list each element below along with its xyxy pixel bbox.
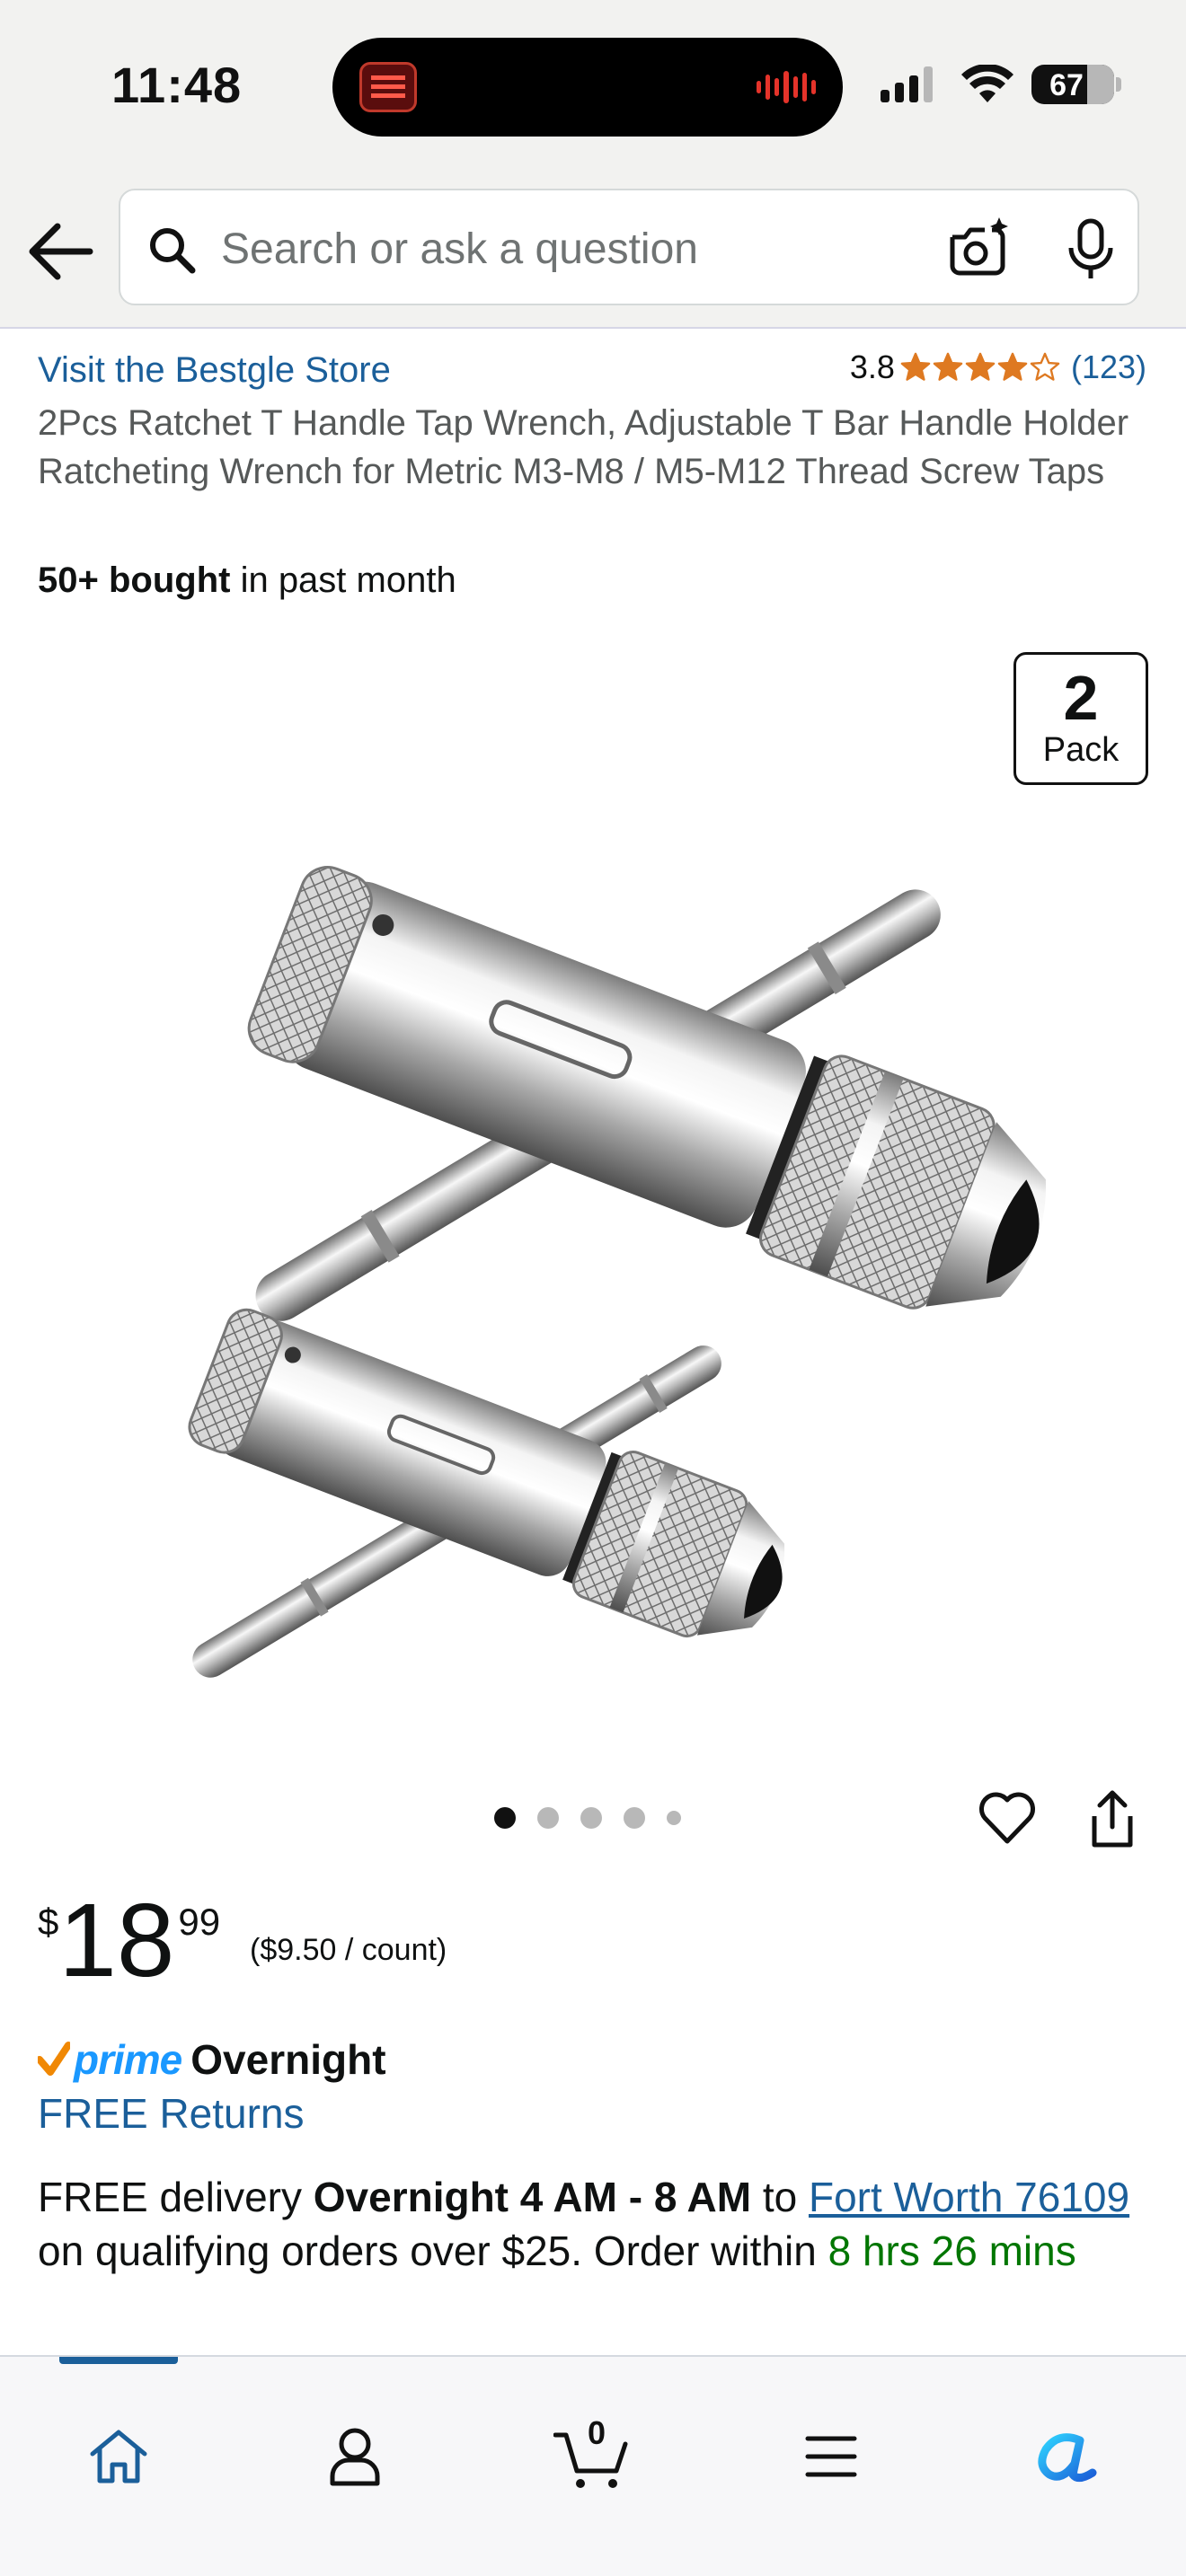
purchase-count: 50+ bought in past month: [38, 560, 456, 601]
rating-summary[interactable]: 3.8 (123): [850, 348, 1146, 386]
nav-account[interactable]: [305, 2407, 404, 2506]
audio-waveform-icon: [757, 69, 816, 105]
bottom-nav: 0: [0, 2355, 1186, 2576]
small-tap-wrench: [188, 1308, 785, 1678]
delivery-text-3: on qualifying orders over $25. Order wit…: [38, 2228, 828, 2274]
battery-icon: 67: [1031, 65, 1114, 104]
pack-badge: 2 Pack: [1013, 652, 1148, 785]
carousel-dot[interactable]: [667, 1811, 681, 1825]
pack-label: Pack: [1042, 731, 1120, 769]
search-icon: [150, 228, 196, 274]
product-title: 2Pcs Ratchet T Handle Tap Wrench, Adjust…: [38, 403, 1129, 491]
unit-price: ($9.50 / count): [250, 1933, 447, 1967]
menu-icon: [805, 2436, 857, 2477]
battery-percent: 67: [1049, 68, 1084, 102]
heart-icon[interactable]: [978, 1789, 1037, 1848]
cart-count: 0: [588, 2414, 606, 2451]
free-returns-link[interactable]: FREE Returns: [38, 2089, 305, 2138]
prime-row[interactable]: prime Overnight: [38, 2035, 386, 2084]
prime-logo: prime: [74, 2036, 182, 2083]
delivery-text-2: to: [751, 2174, 809, 2220]
delivery-location-link[interactable]: Fort Worth 76109: [809, 2174, 1129, 2220]
price-whole: 18: [58, 1882, 175, 1998]
price-fraction: 99: [178, 1901, 221, 1943]
share-icon[interactable]: [1087, 1787, 1137, 1850]
star-icon: [965, 352, 996, 381]
star-icon: [997, 352, 1028, 381]
image-carousel-dots[interactable]: [494, 1807, 681, 1829]
order-countdown: 8 hrs 26 mins: [828, 2228, 1076, 2274]
star-icon: [900, 352, 931, 381]
wifi-icon: [961, 65, 1013, 102]
price: $ 18 99: [38, 1884, 220, 1996]
camera-lens-icon[interactable]: [945, 217, 1010, 280]
price-symbol: $: [38, 1901, 59, 1943]
visit-store-link[interactable]: Visit the Bestgle Store: [38, 350, 391, 391]
carousel-dot[interactable]: [624, 1807, 645, 1829]
search-input[interactable]: [221, 217, 940, 280]
nav-menu[interactable]: [782, 2407, 881, 2506]
rufus-icon: [1038, 2433, 1097, 2482]
prime-check-icon: [38, 2042, 70, 2076]
delivery-text-1: FREE delivery: [38, 2174, 314, 2220]
carousel-dot[interactable]: [494, 1807, 516, 1829]
account-icon: [330, 2428, 380, 2486]
product-image[interactable]: [0, 629, 1186, 1769]
home-icon: [90, 2430, 147, 2483]
star-rating: [900, 352, 1060, 383]
search-header: [0, 180, 1186, 329]
rating-value: 3.8: [849, 348, 895, 385]
rating-count[interactable]: (123): [1071, 348, 1146, 386]
microphone-icon[interactable]: [1066, 217, 1116, 282]
dynamic-island[interactable]: [332, 38, 843, 137]
battery-nub: [1116, 77, 1121, 92]
status-bar: 11:48 67: [0, 0, 1186, 180]
star-icon: [1030, 352, 1060, 381]
status-time: 11:48: [111, 57, 243, 113]
cellular-signal-icon: [881, 66, 933, 102]
active-tab-indicator: [59, 2357, 178, 2364]
prime-speed: Overnight: [190, 2036, 386, 2083]
purchase-count-rest: in past month: [230, 560, 456, 600]
pack-count: 2: [1063, 663, 1099, 733]
nav-home[interactable]: [69, 2407, 168, 2506]
purchase-count-bold: 50+ bought: [38, 560, 231, 600]
nav-cart[interactable]: 0: [543, 2407, 642, 2506]
nav-rufus[interactable]: [1017, 2407, 1116, 2506]
search-bar[interactable]: [119, 189, 1139, 305]
star-icon: [933, 352, 963, 381]
delivery-window: Overnight 4 AM - 8 AM: [313, 2174, 752, 2220]
delivery-message: FREE delivery Overnight 4 AM - 8 AM to F…: [38, 2170, 1161, 2278]
carousel-dot[interactable]: [537, 1807, 559, 1829]
back-arrow-icon[interactable]: [22, 216, 101, 287]
live-activity-app-icon: [359, 62, 417, 112]
carousel-dot[interactable]: [580, 1807, 602, 1829]
